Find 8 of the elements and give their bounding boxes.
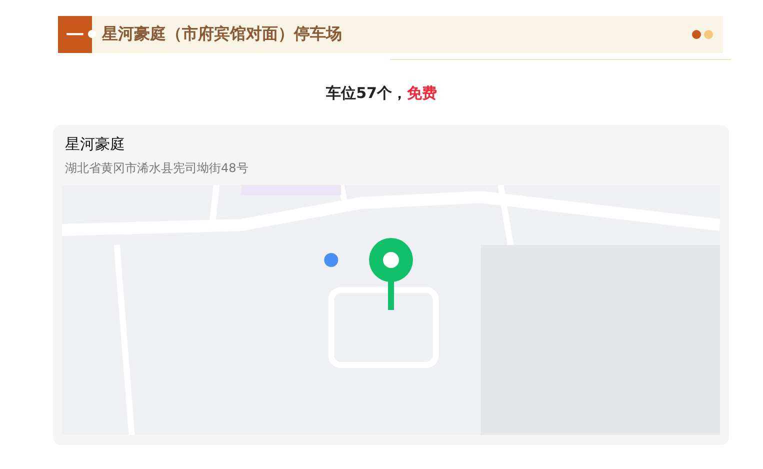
price-text: 免费 <box>406 84 437 102</box>
location-address: 湖北省黄冈市浠水县宪司坳街48号 <box>65 160 250 177</box>
dot-icon <box>692 30 701 39</box>
map-drawing[interactable] <box>62 185 720 435</box>
dot-icon <box>704 30 713 39</box>
parking-spaces-text: 车位57个， <box>326 84 407 102</box>
location-name: 星河豪庭 <box>65 135 126 154</box>
section-title: 星河豪庭（市府宾馆对面）停车场 <box>102 24 343 45</box>
